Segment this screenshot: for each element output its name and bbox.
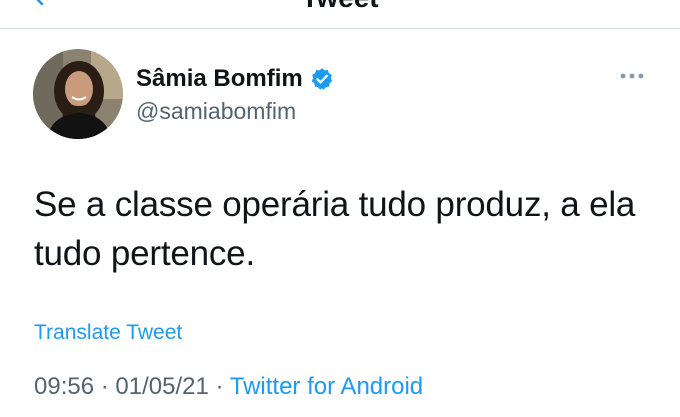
- display-name[interactable]: Sâmia Bomfim: [136, 65, 303, 93]
- author-name-row[interactable]: Sâmia Bomfim: [136, 64, 334, 94]
- tweet-date: 01/05/21: [115, 373, 209, 400]
- avatar[interactable]: [33, 49, 123, 139]
- tweet-metadata: 09:56 · 01/05/21 · Twitter for Android: [34, 372, 423, 402]
- page-title: Tweet: [0, 0, 680, 12]
- translate-tweet-link[interactable]: Translate Tweet: [34, 319, 182, 347]
- author-handle[interactable]: @samiabomfim: [136, 97, 296, 125]
- meta-separator: ·: [215, 373, 224, 400]
- tweet-time: 09:56: [34, 373, 95, 400]
- verified-badge-icon: [311, 68, 332, 90]
- tweet-screen: Tweet Sâmia Bomfim @samiabomfim Se a cla…: [0, 0, 680, 417]
- tweet-text: Se a classe operária tudo produz, a ela …: [34, 185, 636, 273]
- avatar-photo: [33, 49, 123, 139]
- more-horizontal-icon[interactable]: [616, 66, 648, 86]
- tweet-source-link[interactable]: Twitter for Android: [230, 373, 423, 400]
- top-navigation-bar: Tweet: [0, 0, 680, 29]
- meta-separator: ·: [100, 373, 109, 400]
